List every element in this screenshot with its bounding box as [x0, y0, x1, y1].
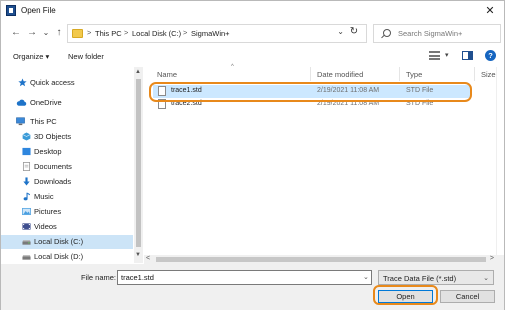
sidebar-item-3d-objects[interactable]: 3D Objects — [1, 130, 133, 144]
desktop-icon — [22, 147, 31, 156]
back-button[interactable]: ← — [9, 26, 23, 40]
sort-caret-icon: ^ — [231, 64, 234, 70]
sidebar-item-documents[interactable]: Documents — [1, 160, 133, 174]
file-name-input[interactable] — [117, 270, 372, 285]
sidebar-item-desktop[interactable]: Desktop — [1, 145, 133, 159]
dialog-title: Open File — [21, 6, 56, 15]
sidebar-item-label: Videos — [34, 222, 57, 231]
view-options-icon[interactable] — [429, 51, 440, 60]
breadcrumb-sigmawin[interactable]: SigmaWin+ — [191, 29, 230, 38]
computer-icon — [16, 117, 25, 126]
file-type-select[interactable]: Trace Data File (*.std) ⌄ — [378, 270, 494, 285]
recent-locations-dropdown[interactable]: ⌄ — [39, 26, 53, 40]
column-header-type[interactable]: Type — [406, 70, 422, 79]
cancel-button[interactable]: Cancel — [440, 290, 495, 303]
up-button[interactable]: ↑ — [52, 26, 66, 40]
navigation-pane: Quick access OneDrive This PC 3D Objects… — [1, 67, 143, 263]
scrollbar-thumb[interactable] — [156, 257, 486, 262]
sidebar-item-label: This PC — [30, 117, 57, 126]
command-toolbar: Organize ▾ New folder ▾ ? — [1, 47, 504, 67]
scroll-left-arrow[interactable]: < — [146, 255, 150, 262]
organize-button[interactable]: Organize ▾ — [13, 52, 49, 61]
column-header-name[interactable]: Name — [157, 70, 177, 79]
breadcrumb-separator: > — [124, 28, 129, 37]
app-icon — [6, 5, 16, 16]
forward-button[interactable]: → — [25, 26, 39, 40]
breadcrumb-separator: > — [87, 28, 92, 37]
sidebar-item-label: Local Disk (D:) — [34, 252, 84, 261]
column-divider[interactable] — [474, 67, 475, 81]
star-icon — [18, 78, 27, 87]
sidebar-item-label: Music — [34, 192, 54, 201]
scroll-up-arrow[interactable]: ▲ — [135, 69, 141, 75]
close-button[interactable]: ✕ — [482, 3, 498, 19]
column-divider[interactable] — [310, 67, 311, 81]
chevron-down-icon[interactable]: ⌄ — [337, 27, 344, 36]
file-name-dropdown-icon[interactable]: ⌄ — [363, 273, 369, 281]
sidebar-item-label: Desktop — [34, 147, 62, 156]
breadcrumb-local-disk[interactable]: Local Disk (C:) — [132, 29, 181, 38]
sidebar-item-label: Documents — [34, 162, 72, 171]
address-bar[interactable]: > This PC > Local Disk (C:) > SigmaWin+ … — [67, 24, 367, 43]
scroll-right-arrow[interactable]: > — [490, 255, 494, 262]
sidebar-item-label: Downloads — [34, 177, 72, 186]
cloud-icon — [16, 99, 27, 106]
help-icon[interactable]: ? — [485, 50, 496, 61]
sidebar-item-label: Pictures — [34, 207, 62, 216]
breadcrumb-separator: > — [183, 28, 188, 37]
sidebar-item-downloads[interactable]: Downloads — [1, 175, 133, 189]
pictures-icon — [22, 207, 31, 216]
file-list-horizontal-scrollbar[interactable]: < > — [144, 255, 504, 264]
sidebar-item-label: Local Disk (C:) — [34, 237, 84, 246]
scrollbar-thumb[interactable] — [136, 79, 141, 247]
search-icon — [383, 29, 391, 37]
sidebar-item-onedrive[interactable]: OneDrive — [1, 96, 133, 110]
sidebar-item-videos[interactable]: Videos — [1, 220, 133, 234]
search-box[interactable]: Search SigmaWin+ — [373, 24, 501, 43]
sidebar-item-label: Quick access — [30, 78, 75, 87]
column-header-date-modified[interactable]: Date modified — [317, 70, 363, 79]
file-name-label: File name: — [81, 273, 117, 282]
navigation-pane-scrollbar[interactable]: ▲ ▼ — [134, 67, 143, 263]
folder-icon — [72, 29, 83, 38]
file-list-vertical-scrollbar[interactable] — [496, 67, 504, 263]
scroll-down-arrow[interactable]: ▼ — [135, 252, 141, 258]
sidebar-item-this-pc[interactable]: This PC — [1, 115, 133, 129]
sidebar-item-label: OneDrive — [30, 98, 62, 107]
chevron-down-icon: ⌄ — [483, 275, 489, 282]
sidebar-item-pictures[interactable]: Pictures — [1, 205, 133, 219]
title-bar: Open File ✕ — [1, 1, 504, 22]
videos-icon — [22, 223, 31, 230]
column-header-size[interactable]: Size — [481, 70, 496, 79]
sidebar-item-local-disk-c[interactable]: Local Disk (C:) — [1, 235, 133, 249]
search-placeholder: Search SigmaWin+ — [398, 29, 463, 38]
sidebar-item-label: 3D Objects — [34, 132, 72, 141]
navigation-bar: ← → ⌄ ↑ > This PC > Local Disk (C:) > Si… — [1, 23, 504, 45]
music-icon — [23, 192, 30, 201]
open-file-dialog: Open File ✕ ← → ⌄ ↑ > This PC > Local Di… — [0, 0, 505, 310]
file-type-value: Trace Data File (*.std) — [383, 274, 457, 283]
drive-icon — [22, 255, 31, 260]
sidebar-item-music[interactable]: Music — [1, 190, 133, 204]
preview-pane-icon[interactable] — [462, 51, 473, 60]
download-icon — [23, 177, 30, 186]
open-button-highlight — [373, 285, 438, 305]
new-folder-button[interactable]: New folder — [68, 52, 104, 61]
document-icon — [22, 162, 31, 171]
column-divider[interactable] — [399, 67, 400, 81]
sidebar-item-local-disk-d[interactable]: Local Disk (D:) — [1, 250, 133, 264]
view-dropdown-icon[interactable]: ▾ — [445, 51, 449, 59]
selected-file-highlight — [149, 82, 472, 102]
drive-icon — [22, 240, 31, 245]
sidebar-item-quick-access[interactable]: Quick access — [1, 76, 133, 90]
refresh-button[interactable]: ↻ — [347, 25, 361, 39]
breadcrumb-this-pc[interactable]: This PC — [95, 29, 122, 38]
cube-icon — [22, 132, 31, 141]
